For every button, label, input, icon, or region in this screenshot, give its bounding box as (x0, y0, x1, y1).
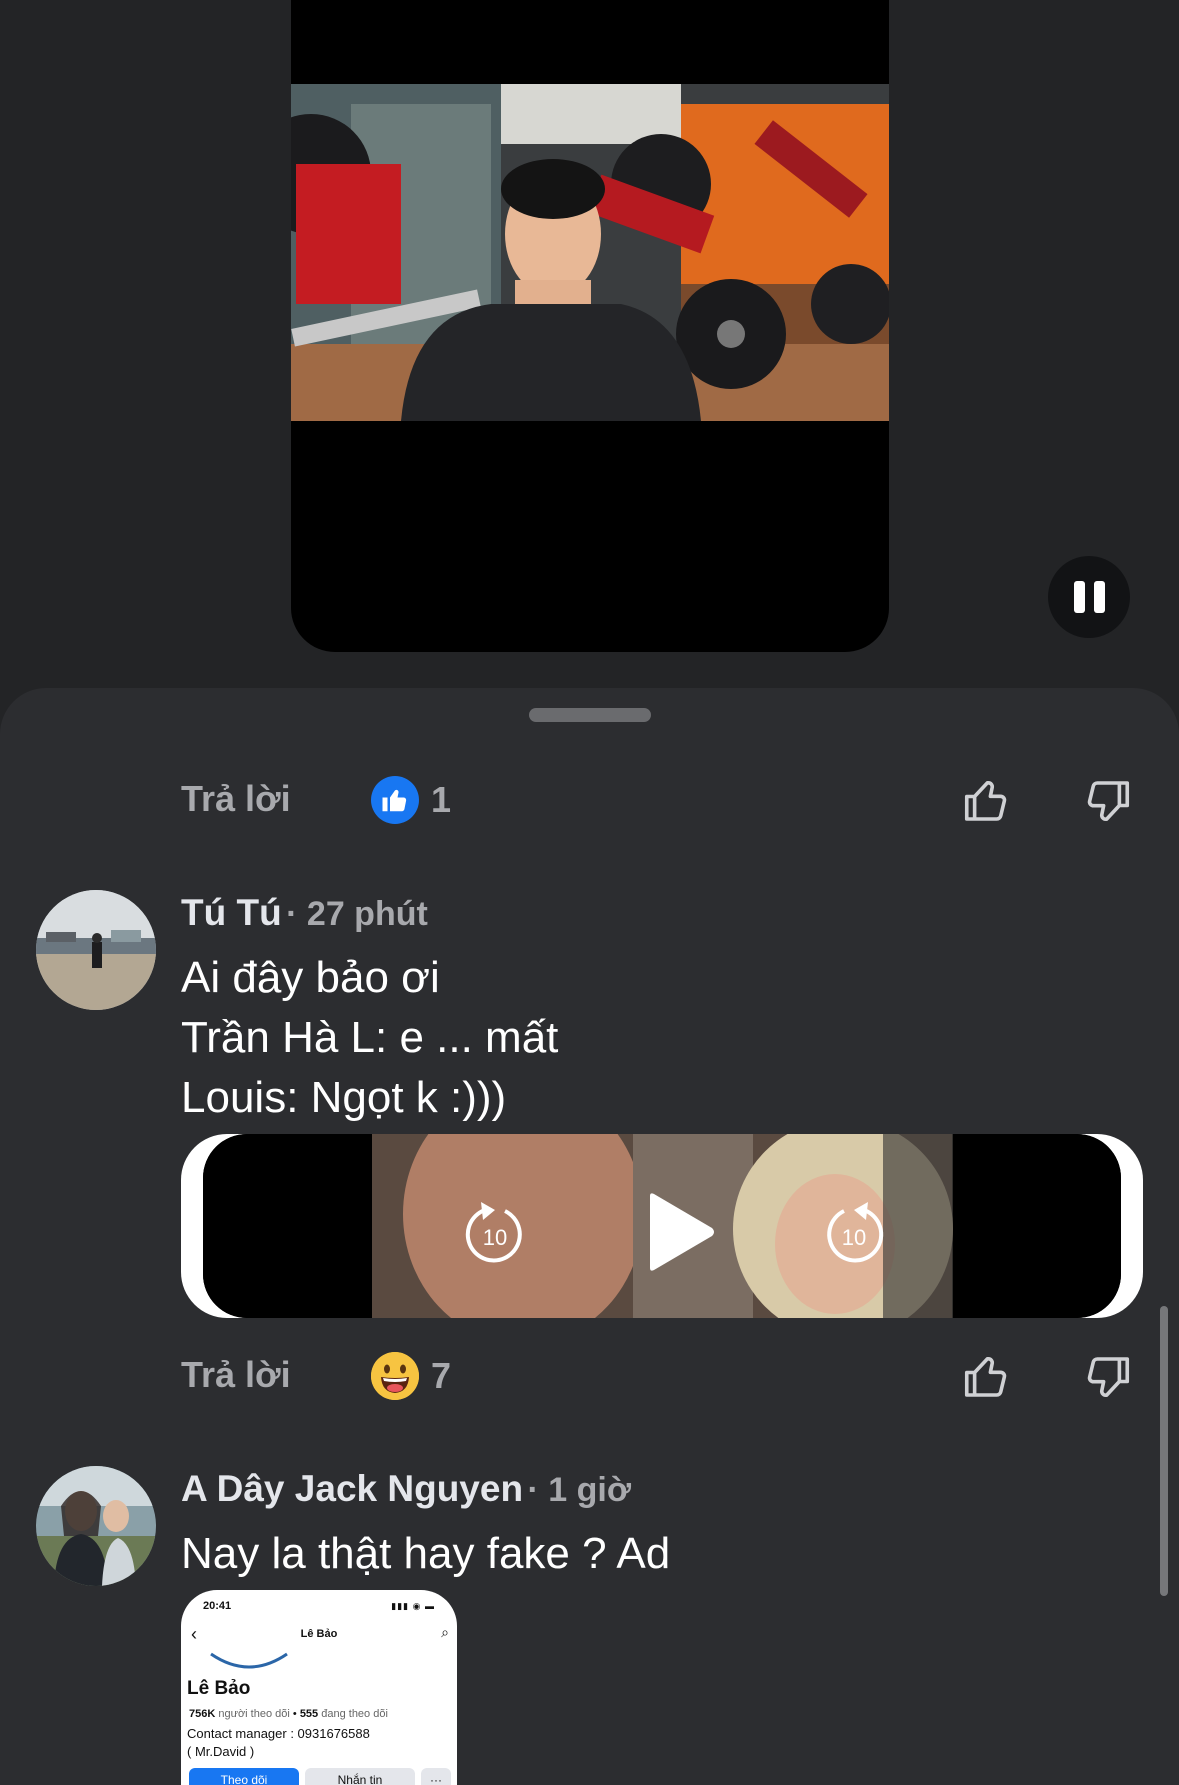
screenshot-contact: Contact manager : 0931676588 (187, 1726, 370, 1741)
reply-button[interactable]: Trả lời (181, 778, 291, 820)
comment-meta: Tú Tú · 27 phút (181, 892, 428, 934)
video-card[interactable] (291, 0, 889, 652)
signal-icon: ▮▮▮ ◉ ▬ (391, 1601, 435, 1611)
pause-button[interactable] (1048, 556, 1130, 638)
reaction-count: 1 (431, 779, 452, 820)
play-icon (650, 1193, 714, 1271)
svg-text:10: 10 (842, 1225, 866, 1250)
reply-button[interactable]: Trả lời (181, 1354, 291, 1396)
dislike-button[interactable] (1080, 1350, 1134, 1404)
screenshot-follow-button: Theo dõi (189, 1768, 299, 1785)
comment-author[interactable]: Tú Tú (181, 892, 282, 933)
avatar[interactable] (36, 890, 156, 1010)
comment-line: Nay la thật hay fake ? Ad (181, 1529, 671, 1578)
screenshot-status-time: 20:41 (203, 1600, 232, 1612)
dislike-button[interactable] (1080, 774, 1134, 828)
cover-arc (210, 1652, 288, 1669)
grinning-emoji-icon (371, 1352, 419, 1400)
scrollbar[interactable] (1160, 1306, 1168, 1596)
like-reaction-icon (371, 776, 419, 824)
comment-text: Nay la thật hay fake ? Ad (181, 1524, 670, 1584)
play-button[interactable] (644, 1192, 716, 1272)
reaction-summary[interactable]: 7 (371, 1352, 451, 1400)
thumbs-up-icon (964, 780, 1007, 821)
comment-line: Trần Hà L: e ... mất (181, 1013, 559, 1062)
comment-time: · 27 phút (286, 895, 428, 933)
drag-handle[interactable] (529, 708, 651, 722)
forward-10-icon: 10 (827, 1202, 884, 1263)
pause-icon-bar (1093, 581, 1105, 613)
comment-actions: Trả lời 1 (0, 770, 1179, 830)
like-button[interactable] (960, 774, 1014, 828)
svg-text:10: 10 (483, 1225, 507, 1250)
search-icon: ⌕ (441, 1624, 449, 1640)
screenshot-message-button: Nhắn tin (305, 1768, 415, 1785)
like-button[interactable] (960, 1350, 1014, 1404)
rewind-10-icon: 10 (465, 1202, 522, 1263)
comment-meta: A Dây Jack Nguyen · 1 giờ (181, 1468, 631, 1510)
attachment-video-frame: 10 10 (203, 1134, 1121, 1318)
video-player[interactable] (0, 0, 1179, 700)
thumbs-down-icon (1087, 1357, 1130, 1398)
comment-image-attachment[interactable]: 20:41 ▮▮▮ ◉ ▬ ‹ Lê Bảo ⌕ Lê Bảo 756K ngư… (181, 1590, 457, 1785)
thumbs-down-icon (1087, 781, 1130, 822)
reaction-summary[interactable]: 1 (371, 776, 451, 824)
comment-actions: Trả lời 7 (0, 1346, 1179, 1406)
comment-author[interactable]: A Dây Jack Nguyen (181, 1468, 523, 1509)
thumbs-up-icon (964, 1356, 1007, 1397)
video-frame (291, 84, 889, 421)
screenshot-contact-note: ( Mr.David ) (187, 1744, 255, 1759)
comment-video-attachment[interactable]: 10 10 (181, 1134, 1143, 1318)
avatar[interactable] (36, 1466, 156, 1586)
comments-sheet[interactable]: Trả lời 1 Tú Tú · 27 phút Ai đây bảo ơi … (0, 688, 1179, 1785)
pause-icon (1073, 581, 1085, 613)
rewind-10-button[interactable]: 10 (465, 1200, 525, 1264)
comment-line: Louis: Ngọt k :))) (181, 1073, 507, 1122)
screenshot-stats: 756K người theo dõi • 555 đang theo dõi (189, 1708, 388, 1720)
forward-10-button[interactable]: 10 (824, 1200, 884, 1264)
comment-text: Ai đây bảo ơi Trần Hà L: e ... mất Louis… (181, 948, 558, 1128)
comment-time: · 1 giờ (527, 1471, 632, 1509)
comment-line: Ai đây bảo ơi (181, 953, 440, 1002)
screenshot-profile-name: Lê Bảo (187, 1678, 251, 1699)
screenshot-title: Lê Bảo (300, 1628, 338, 1640)
reaction-count: 7 (431, 1355, 452, 1396)
screenshot-more-button: ··· (421, 1768, 451, 1785)
